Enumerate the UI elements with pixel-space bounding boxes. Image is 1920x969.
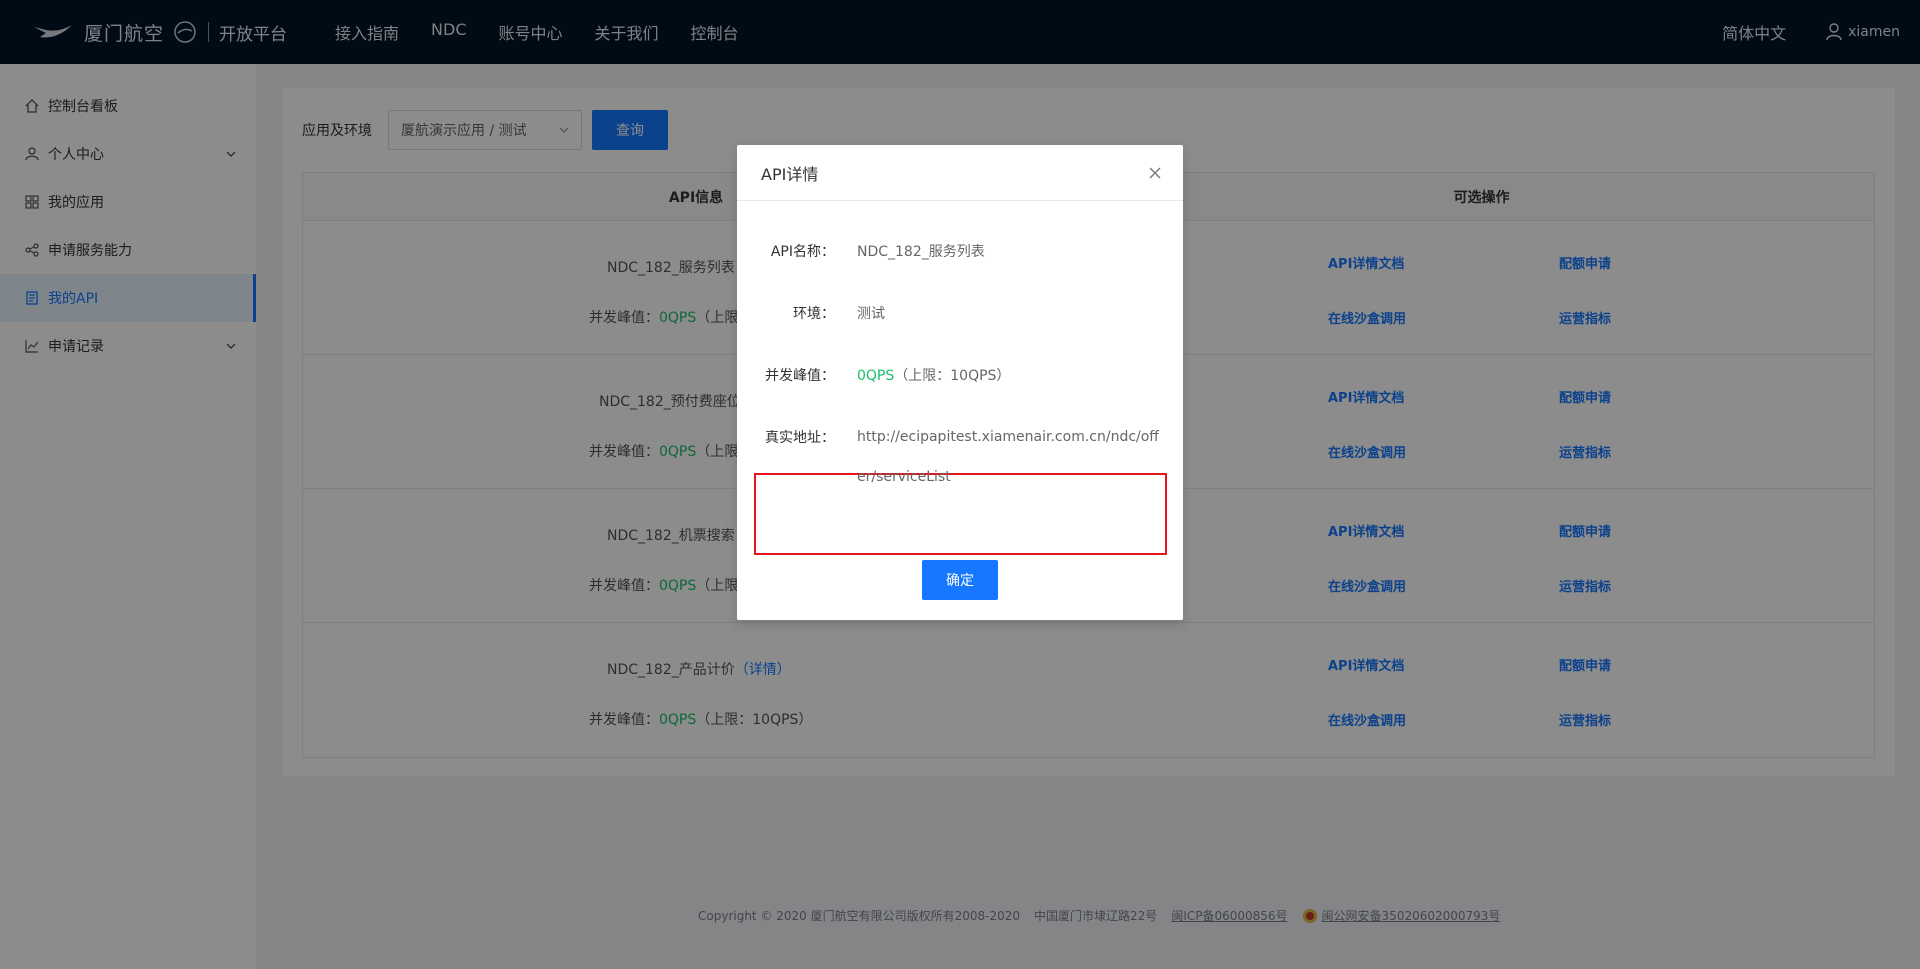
api-name-value: NDC_182_服务列表 [857, 244, 985, 260]
peak-value: 0QPS（上限：10QPS） [857, 365, 1010, 385]
close-icon[interactable] [1147, 165, 1163, 181]
peak-qps: 0QPS [857, 368, 895, 384]
confirm-button[interactable]: 确定 [922, 560, 998, 600]
env-label: 环境： [793, 306, 835, 322]
real-url-label: 真实地址： [765, 430, 835, 446]
modal-body: API名称： NDC_182_服务列表 环境： 测试 并发峰值： 0QPS（上限… [737, 201, 1183, 561]
peak-label: 并发峰值： [765, 368, 835, 384]
api-detail-modal: API详情 API名称： NDC_182_服务列表 环境： 测试 并发峰值： 0… [737, 145, 1183, 620]
peak-limit: （上限：10QPS） [894, 368, 1011, 384]
real-url-value: http://ecipapitest.xiamenair.com.cn/ndc/… [857, 429, 1159, 485]
modal-header: API详情 [737, 145, 1183, 201]
api-name-label: API名称： [770, 244, 835, 260]
env-value: 测试 [857, 306, 885, 322]
modal-title: API详情 [761, 164, 819, 184]
